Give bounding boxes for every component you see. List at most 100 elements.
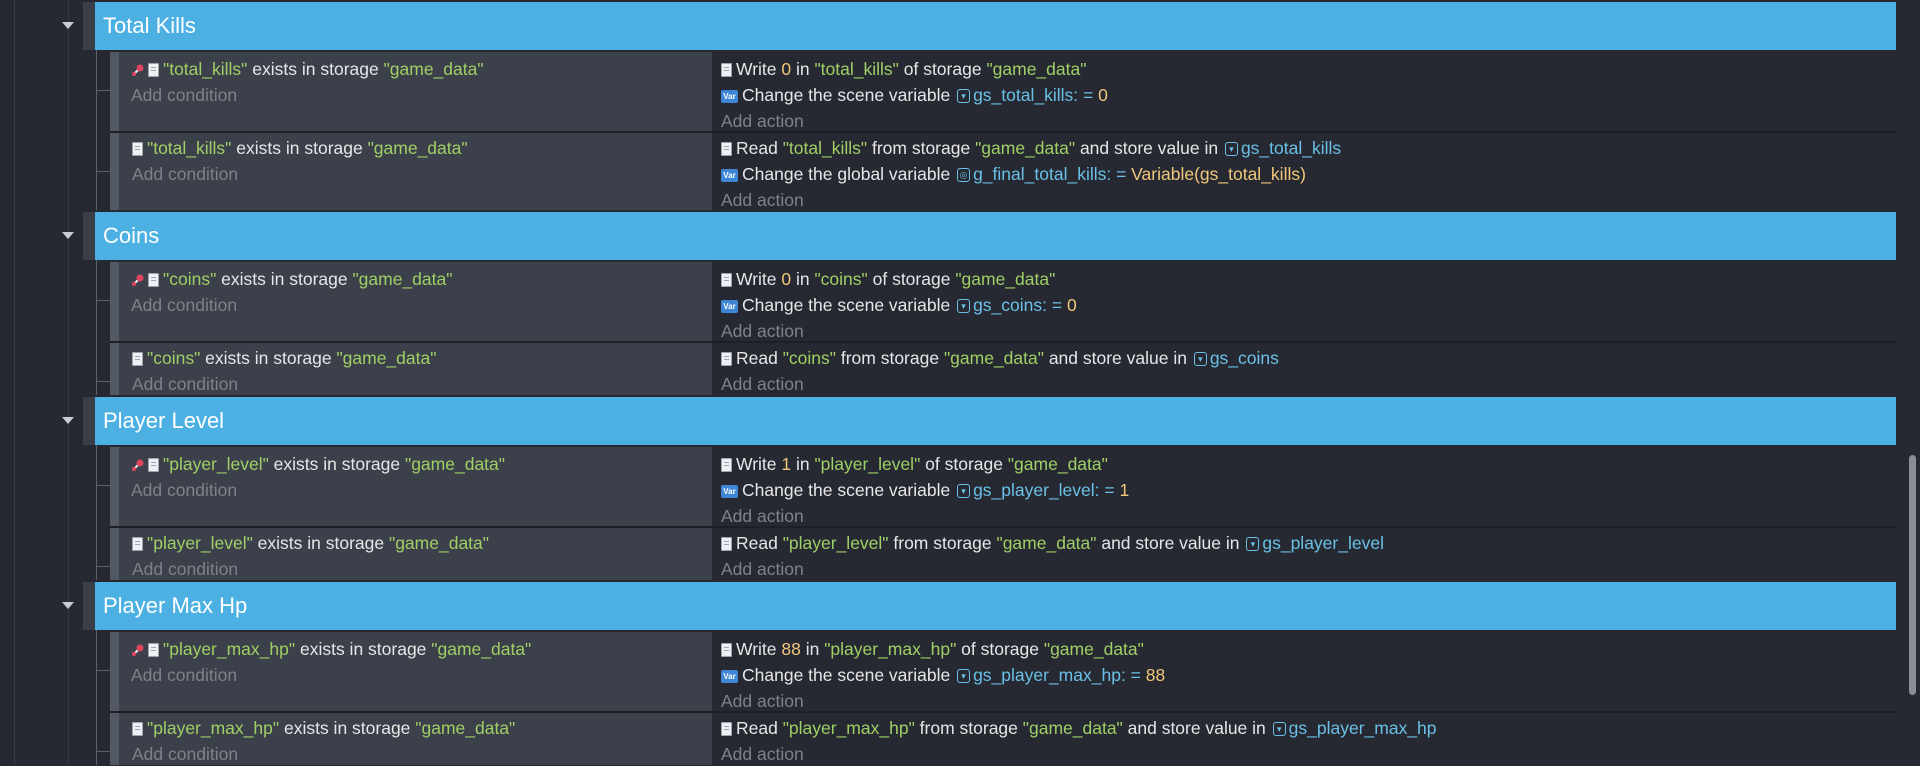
event-handle[interactable] [110, 262, 119, 341]
event-row[interactable]: "total_kills" exists in storage "game_da… [0, 52, 1900, 131]
storage-key: "total_kills" [147, 138, 232, 158]
collapse-arrow-icon[interactable] [62, 232, 74, 239]
action-line[interactable]: Read "player_level" from storage "game_d… [721, 531, 1384, 555]
add-action-button[interactable]: Add action [721, 372, 804, 396]
condition-line[interactable]: "total_kills" exists in storage "game_da… [132, 136, 468, 160]
condition-line[interactable]: "coins" exists in storage "game_data" [132, 346, 436, 370]
variable-name: gs_total_kills [973, 85, 1074, 105]
condition-line[interactable]: "coins" exists in storage "game_data" [131, 267, 452, 291]
condition-text: exists in storage [268, 454, 405, 474]
action-line[interactable]: Read "player_max_hp" from storage "game_… [721, 716, 1437, 740]
action-text: and store value in [1122, 718, 1271, 738]
add-condition-button[interactable]: Add condition [132, 162, 238, 186]
action-value: 1 [781, 454, 792, 474]
condition-line[interactable]: "player_level" exists in storage "game_d… [132, 531, 489, 555]
storage-key: "player_level" [163, 454, 269, 474]
actions-panel[interactable]: Write 0 in "total_kills" of storage "gam… [713, 52, 1896, 131]
storage-key: "coins" [782, 348, 836, 368]
vertical-scrollbar[interactable] [1904, 0, 1920, 765]
add-action-button[interactable]: Add action [721, 188, 804, 212]
conditions-panel[interactable]: "player_level" exists in storage "game_d… [119, 447, 712, 526]
group-header[interactable]: Coins [95, 212, 1896, 260]
group-header[interactable]: Player Level [95, 397, 1896, 445]
conditions-panel[interactable]: "total_kills" exists in storage "game_da… [119, 133, 712, 210]
conditions-panel[interactable]: "total_kills" exists in storage "game_da… [119, 52, 712, 131]
add-condition-button[interactable]: Add condition [131, 478, 237, 502]
event-handle[interactable] [110, 343, 119, 395]
event-handle[interactable] [110, 632, 119, 711]
add-condition-button[interactable]: Add condition [131, 83, 237, 107]
add-action-button[interactable]: Add action [721, 742, 804, 766]
global-variable-icon: ◎ [957, 168, 971, 183]
action-line[interactable]: Var Change the scene variable ▾ gs_player_… [721, 663, 1165, 687]
event-handle[interactable] [110, 52, 119, 131]
condition-text: exists in storage [252, 533, 389, 553]
add-action-button[interactable]: Add action [721, 504, 804, 528]
add-condition-button[interactable]: Add condition [132, 557, 238, 581]
storage-name: "game_data" [383, 59, 484, 79]
storage-name: "game_data" [415, 718, 516, 738]
event-row[interactable]: "player_max_hp" exists in storage "game_… [0, 713, 1900, 765]
actions-panel[interactable]: Read "player_max_hp" from storage "game_… [713, 713, 1896, 765]
event-handle[interactable] [110, 713, 119, 765]
storage-key: "player_level" [782, 533, 889, 553]
collapse-arrow-icon[interactable] [62, 417, 74, 424]
collapse-arrow-icon[interactable] [62, 22, 74, 29]
add-condition-button[interactable]: Add condition [131, 293, 237, 317]
storage-name: "game_data" [955, 269, 1056, 289]
action-line[interactable]: Read "total_kills" from storage "game_da… [721, 136, 1341, 160]
trigger-once-icon [132, 644, 144, 657]
add-condition-button[interactable]: Add condition [132, 742, 238, 766]
event-handle[interactable] [110, 528, 119, 580]
actions-panel[interactable]: Read "total_kills" from storage "game_da… [713, 133, 1896, 210]
action-line[interactable]: Var Change the scene variable ▾ gs_coins: … [721, 293, 1077, 317]
condition-line[interactable]: "player_max_hp" exists in storage "game_… [132, 716, 515, 740]
event-handle[interactable] [110, 447, 119, 526]
actions-panel[interactable]: Read "player_level" from storage "game_d… [713, 528, 1896, 580]
event-row[interactable]: "player_level" exists in storage "game_d… [0, 528, 1900, 580]
conditions-panel[interactable]: "coins" exists in storage "game_data" Ad… [119, 262, 712, 341]
action-line[interactable]: Write 0 in "total_kills" of storage "gam… [721, 57, 1086, 81]
collapse-arrow-icon[interactable] [62, 602, 74, 609]
actions-panel[interactable]: Write 88 in "player_max_hp" of storage "… [713, 632, 1896, 711]
group-header[interactable]: Total Kills [95, 2, 1896, 50]
condition-line[interactable]: "player_level" exists in storage "game_d… [131, 452, 505, 476]
conditions-panel[interactable]: "player_max_hp" exists in storage "game_… [119, 632, 712, 711]
event-handle[interactable] [110, 133, 119, 210]
action-value: 0 [781, 59, 792, 79]
action-line[interactable]: Var Change the global variable ◎ g_final_t… [721, 162, 1306, 186]
condition-line[interactable]: "total_kills" exists in storage "game_da… [131, 57, 484, 81]
add-action-button[interactable]: Add action [721, 689, 804, 713]
event-row[interactable]: "coins" exists in storage "game_data" Ad… [0, 343, 1900, 395]
action-line[interactable]: Var Change the scene variable ▾ gs_total_k… [721, 83, 1108, 107]
action-line[interactable]: Write 1 in "player_level" of storage "ga… [721, 452, 1108, 476]
group-header-accent [83, 2, 95, 50]
conditions-panel[interactable]: "coins" exists in storage "game_data" Ad… [119, 343, 712, 395]
action-text: Write [736, 269, 782, 289]
add-condition-button[interactable]: Add condition [131, 663, 237, 687]
conditions-panel[interactable]: "player_level" exists in storage "game_d… [119, 528, 712, 580]
actions-panel[interactable]: Write 0 in "coins" of storage "game_data… [713, 262, 1896, 341]
action-line[interactable]: Write 0 in "coins" of storage "game_data… [721, 267, 1055, 291]
event-row[interactable]: "player_level" exists in storage "game_d… [0, 447, 1900, 526]
event-row[interactable]: "total_kills" exists in storage "game_da… [0, 133, 1900, 210]
group-header[interactable]: Player Max Hp [95, 582, 1896, 630]
add-action-button[interactable]: Add action [721, 319, 804, 343]
event-tree-connector [96, 447, 110, 486]
action-text: Change the scene variable [742, 295, 956, 315]
conditions-panel[interactable]: "player_max_hp" exists in storage "game_… [119, 713, 712, 765]
action-line[interactable]: Write 88 in "player_max_hp" of storage "… [721, 637, 1144, 661]
add-action-button[interactable]: Add action [721, 557, 804, 581]
event-row[interactable]: "player_max_hp" exists in storage "game_… [0, 632, 1900, 711]
action-line[interactable]: Var Change the scene variable ▾ gs_player_… [721, 478, 1129, 502]
add-action-button[interactable]: Add action [721, 109, 804, 133]
scrollbar-thumb[interactable] [1909, 455, 1916, 695]
actions-panel[interactable]: Write 1 in "player_level" of storage "ga… [713, 447, 1896, 526]
action-line[interactable]: Read "coins" from storage "game_data" an… [721, 346, 1279, 370]
scene-variable-icon: ▾ [957, 484, 971, 499]
add-condition-button[interactable]: Add condition [132, 372, 238, 396]
actions-panel[interactable]: Read "coins" from storage "game_data" an… [713, 343, 1896, 395]
storage-key: "player_max_hp" [163, 639, 296, 659]
event-row[interactable]: "coins" exists in storage "game_data" Ad… [0, 262, 1900, 341]
condition-line[interactable]: "player_max_hp" exists in storage "game_… [131, 637, 531, 661]
